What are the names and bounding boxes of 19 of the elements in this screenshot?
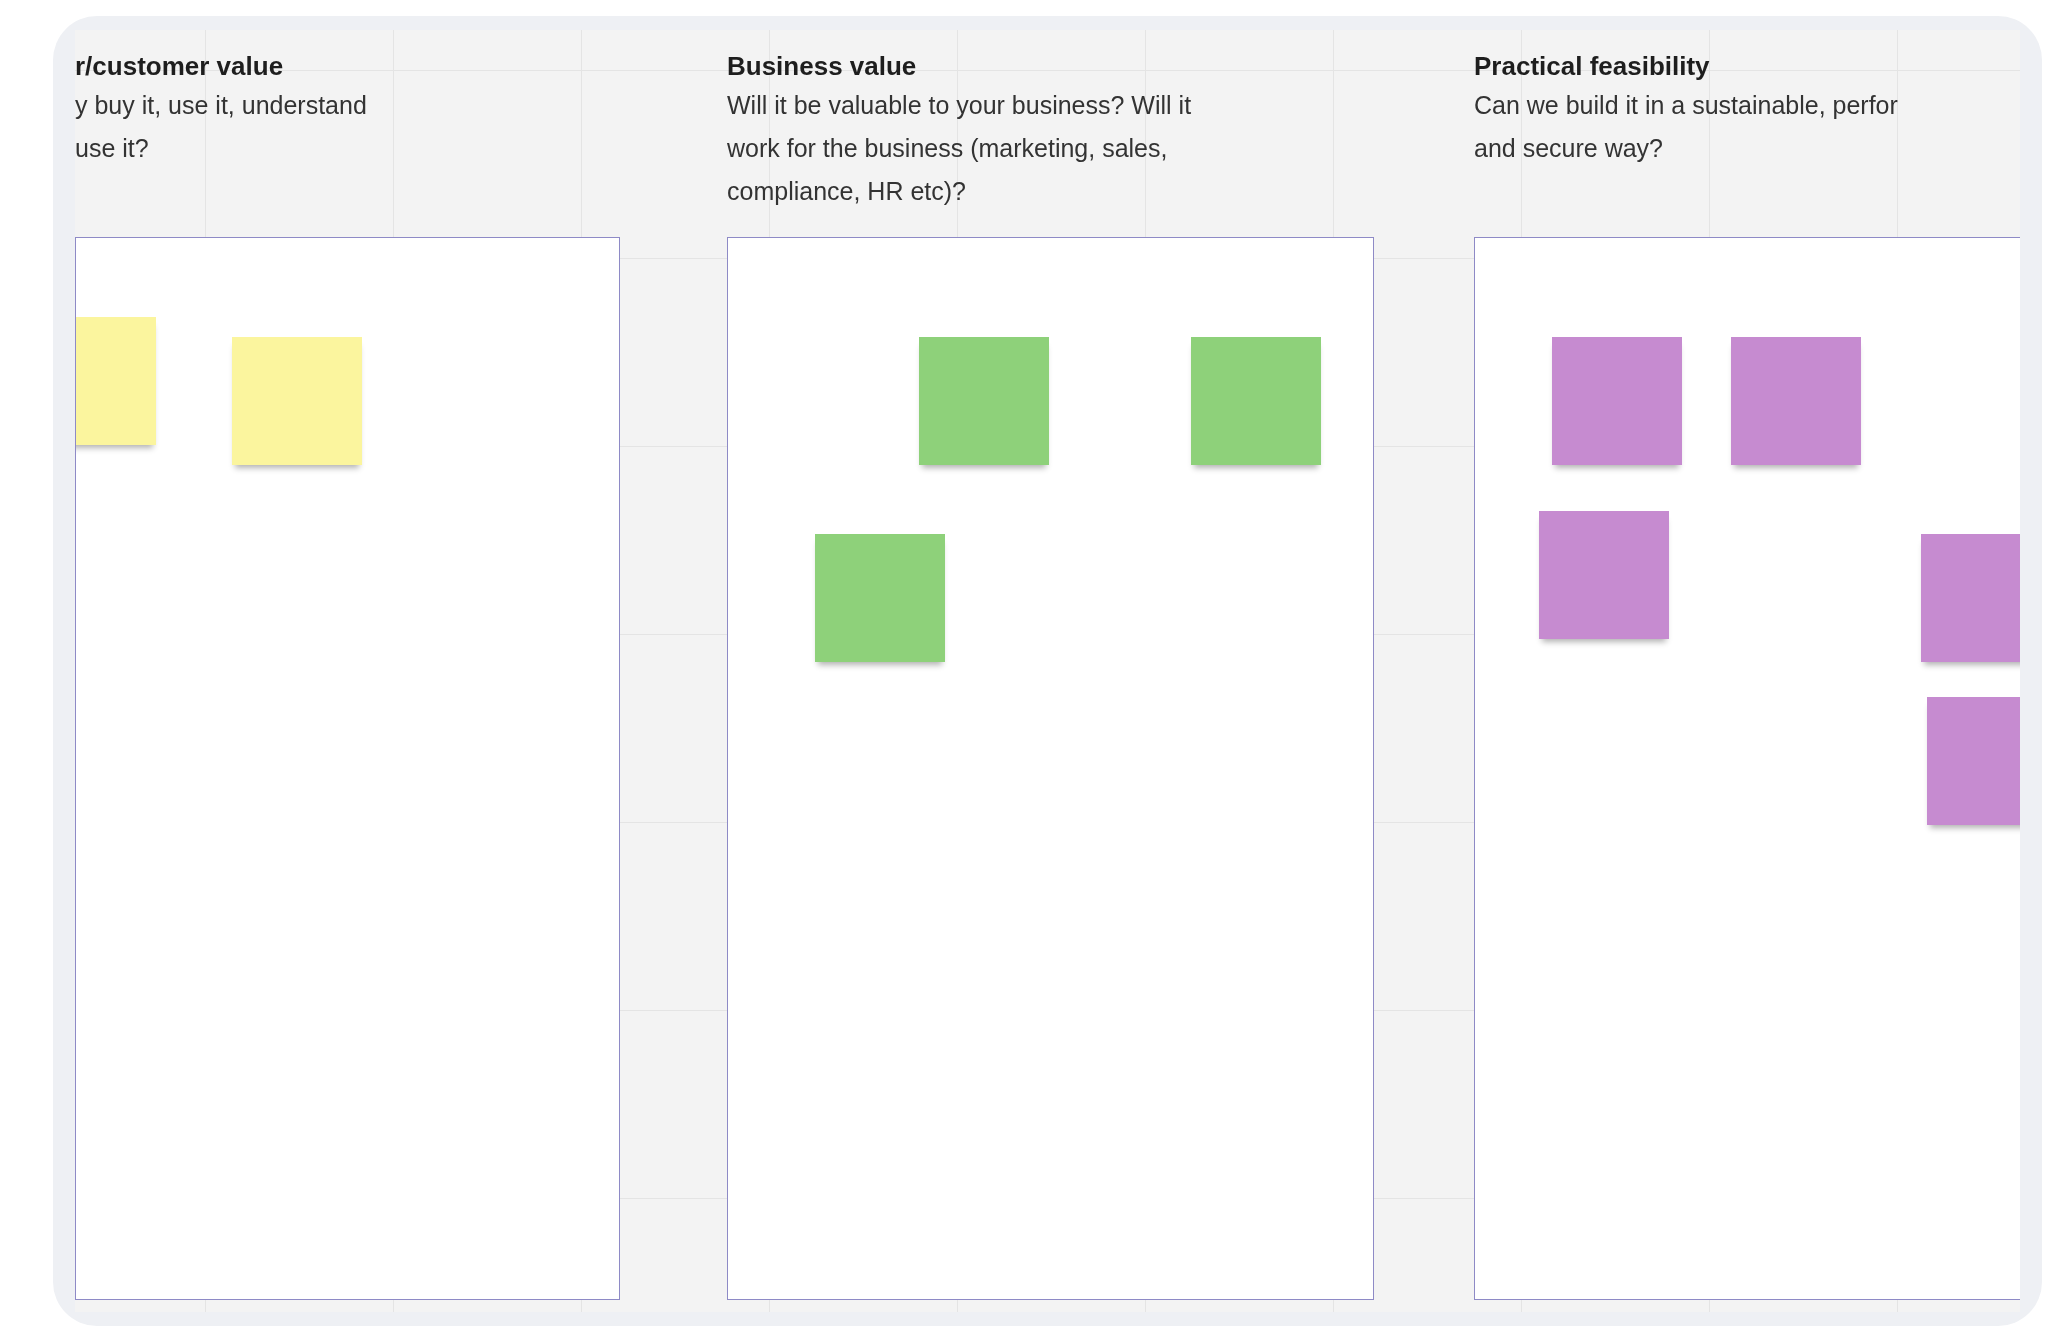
column-title: Practical feasibility [1474,50,1711,83]
column-title: Business value [727,50,918,83]
column-title: r/customer value [75,50,285,83]
column-description: Will it be valuable to your business? Will it [727,90,1193,121]
sticky-note[interactable] [1927,697,2020,825]
sticky-note[interactable] [1191,337,1321,465]
sticky-note[interactable] [1921,534,2020,662]
column-description: compliance, HR etc)? [727,176,967,207]
sticky-note[interactable] [815,534,945,662]
column-description: and secure way? [1474,133,1664,164]
column-description: Can we build it in a sustainable, perfor [1474,90,1899,121]
column-description: y buy it, use it, understand [75,90,368,121]
sticky-note[interactable] [1552,337,1682,465]
column-description: use it? [75,133,150,164]
sticky-note[interactable] [1731,337,1861,465]
column-description: work for the business (marketing, sales, [727,133,1169,164]
sticky-note[interactable] [919,337,1049,465]
sticky-note[interactable] [232,337,362,465]
sticky-note[interactable] [1539,511,1669,639]
